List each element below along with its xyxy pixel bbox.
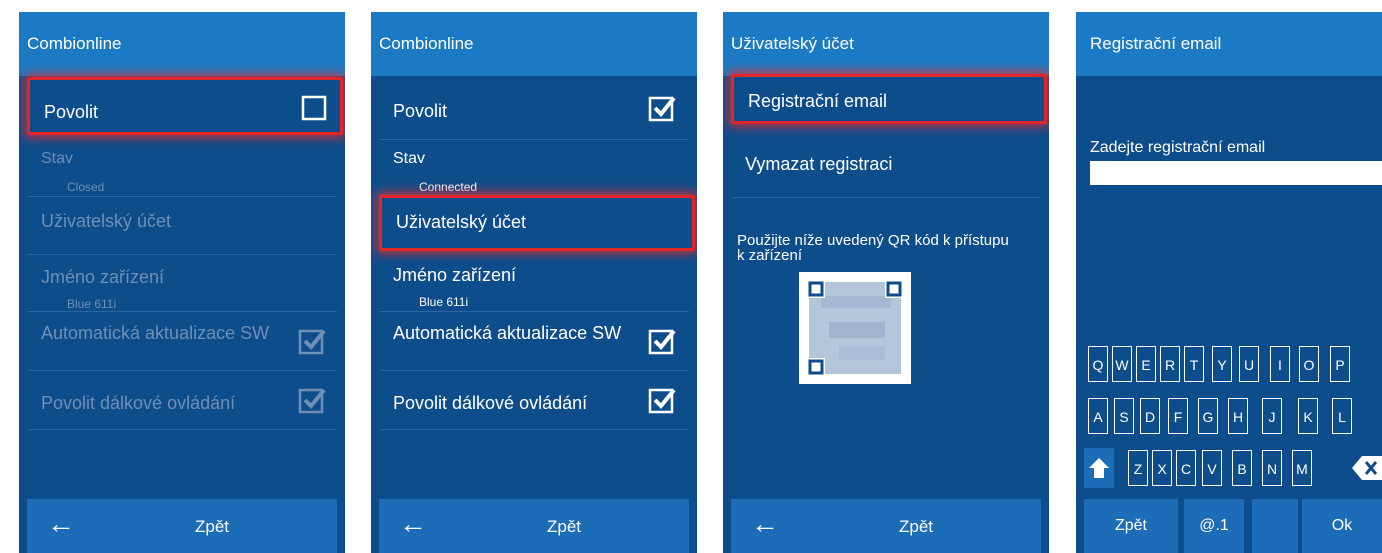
email-field[interactable] bbox=[1090, 161, 1382, 185]
row-sub: Closed bbox=[67, 180, 105, 194]
row-label: Povolit bbox=[393, 101, 448, 121]
key-g[interactable]: G bbox=[1198, 398, 1218, 434]
key-a[interactable]: A bbox=[1088, 398, 1108, 434]
checkbox-checked-icon[interactable] bbox=[647, 326, 677, 356]
header: Registrační email bbox=[1076, 12, 1382, 76]
key-d[interactable]: D bbox=[1140, 398, 1160, 434]
row-label: Stav bbox=[41, 150, 74, 167]
row-label: Jméno zařízení bbox=[41, 267, 165, 287]
shift-icon bbox=[1089, 458, 1109, 478]
page-title: Uživatelský účet bbox=[731, 34, 854, 53]
row-device-name: Jméno zařízení Blue 611i bbox=[27, 255, 337, 312]
row-label: Uživatelský účet bbox=[41, 211, 172, 231]
page-title: Combionline bbox=[27, 34, 122, 53]
key-j[interactable]: J bbox=[1262, 398, 1282, 434]
page-title: Registrační email bbox=[1090, 34, 1222, 53]
key-v[interactable]: V bbox=[1202, 450, 1222, 486]
key-c[interactable]: C bbox=[1176, 450, 1196, 486]
row-user-account: Uživatelský účet bbox=[27, 197, 337, 255]
row-user-account[interactable]: Uživatelský účet bbox=[379, 195, 695, 251]
key-s[interactable]: S bbox=[1114, 398, 1134, 434]
back-arrow-icon: ← bbox=[751, 508, 779, 539]
key-w[interactable]: W bbox=[1112, 346, 1132, 382]
row-remote-control[interactable]: Povolit dálkové ovládání bbox=[379, 371, 689, 430]
key-e[interactable]: E bbox=[1136, 346, 1156, 382]
row-sub: Connected bbox=[419, 180, 478, 194]
qr-code-icon bbox=[799, 272, 911, 384]
key-k[interactable]: K bbox=[1298, 398, 1318, 434]
key-x[interactable]: X bbox=[1152, 450, 1172, 486]
checkbox-checked-icon bbox=[298, 329, 326, 355]
page-title: Combionline bbox=[379, 34, 474, 53]
key-n[interactable]: N bbox=[1262, 450, 1282, 486]
key-f[interactable]: F bbox=[1168, 398, 1188, 434]
key-t[interactable]: T bbox=[1184, 346, 1204, 382]
key-i[interactable]: I bbox=[1270, 346, 1290, 382]
checkbox-checked-icon[interactable] bbox=[647, 385, 677, 415]
screen-user-account: Uživatelský účet Registrační email Vymaz… bbox=[723, 12, 1049, 553]
key-p[interactable]: P bbox=[1330, 346, 1350, 382]
row-delete-registration[interactable]: Vymazat registraci bbox=[731, 140, 1041, 198]
backspace-key[interactable] bbox=[1352, 454, 1382, 482]
key-h[interactable]: H bbox=[1228, 398, 1248, 434]
row-status: Stav Closed bbox=[27, 140, 337, 197]
key-l[interactable]: L bbox=[1332, 398, 1352, 434]
back-arrow-icon: ← bbox=[399, 508, 427, 539]
shift-key[interactable] bbox=[1084, 448, 1114, 488]
back-label: Zpět bbox=[899, 517, 934, 536]
row-label: Povolit bbox=[44, 102, 99, 122]
row-label: Registrační email bbox=[748, 91, 888, 111]
key-b[interactable]: B bbox=[1232, 450, 1252, 486]
header: Combionline bbox=[19, 12, 345, 76]
screen-combionline-enabled: Combionline Povolit Stav Connected Uživa… bbox=[371, 12, 697, 553]
row-enable[interactable]: Povolit bbox=[379, 77, 689, 140]
row-label: Jméno zařízení bbox=[393, 265, 517, 285]
checkbox-checked-icon bbox=[298, 388, 326, 414]
row-sub: Blue 611i bbox=[67, 297, 117, 311]
row-remote-control: Povolit dálkové ovládání bbox=[27, 371, 337, 430]
row-label: Povolit dálkové ovládání bbox=[393, 393, 588, 413]
space-key[interactable] bbox=[1252, 499, 1298, 553]
back-label: Zpět bbox=[195, 517, 230, 536]
row-status: Stav Connected bbox=[379, 140, 689, 195]
row-label: Uživatelský účet bbox=[396, 212, 527, 232]
back-button[interactable]: ← Zpět bbox=[731, 499, 1041, 553]
key-m[interactable]: M bbox=[1292, 450, 1312, 486]
checkbox-icon[interactable] bbox=[300, 94, 330, 124]
qr-instructions: Použijte níže uvedený QR kód k přístupu … bbox=[737, 232, 1009, 264]
row-auto-update[interactable]: Automatická aktualizace SW bbox=[379, 312, 689, 371]
key-r[interactable]: R bbox=[1160, 346, 1180, 382]
screen-registration-email: Registrační email Zadejte registrační em… bbox=[1076, 12, 1382, 553]
key-q[interactable]: Q bbox=[1088, 346, 1108, 382]
key-y[interactable]: Y bbox=[1212, 346, 1232, 382]
row-sub: Blue 611i bbox=[419, 295, 469, 309]
backspace-icon bbox=[1352, 456, 1382, 480]
row-auto-update: Automatická aktualizace SW bbox=[27, 312, 337, 371]
header: Combionline bbox=[371, 12, 697, 76]
screen-combionline-disabled: Combionline Povolit Stav Closed Uživatel… bbox=[19, 12, 345, 553]
back-label: Zpět bbox=[547, 517, 582, 536]
key-u[interactable]: U bbox=[1239, 346, 1259, 382]
row-label: Automatická aktualizace SW bbox=[41, 323, 270, 343]
keyboard-back-button[interactable]: Zpět bbox=[1084, 499, 1178, 553]
row-label: Stav bbox=[393, 150, 426, 167]
row-label: Vymazat registraci bbox=[745, 154, 893, 174]
key-z[interactable]: Z bbox=[1128, 450, 1148, 486]
ok-button[interactable]: Ok bbox=[1302, 499, 1382, 553]
row-registration-email[interactable]: Registrační email bbox=[731, 74, 1047, 124]
row-label: Automatická aktualizace SW bbox=[393, 323, 622, 343]
back-button[interactable]: ← Zpět bbox=[379, 499, 689, 553]
back-arrow-icon: ← bbox=[47, 508, 75, 539]
back-button[interactable]: ← Zpět bbox=[27, 499, 337, 553]
symbols-button[interactable]: @.1 bbox=[1184, 499, 1244, 553]
row-enable[interactable]: Povolit bbox=[27, 77, 343, 135]
email-label: Zadejte registrační email bbox=[1090, 139, 1266, 156]
row-label: Povolit dálkové ovládání bbox=[41, 393, 236, 413]
row-device-name[interactable]: Jméno zařízení Blue 611i bbox=[379, 253, 689, 312]
checkbox-checked-icon[interactable] bbox=[647, 93, 677, 123]
header: Uživatelský účet bbox=[723, 12, 1049, 76]
key-o[interactable]: O bbox=[1299, 346, 1319, 382]
